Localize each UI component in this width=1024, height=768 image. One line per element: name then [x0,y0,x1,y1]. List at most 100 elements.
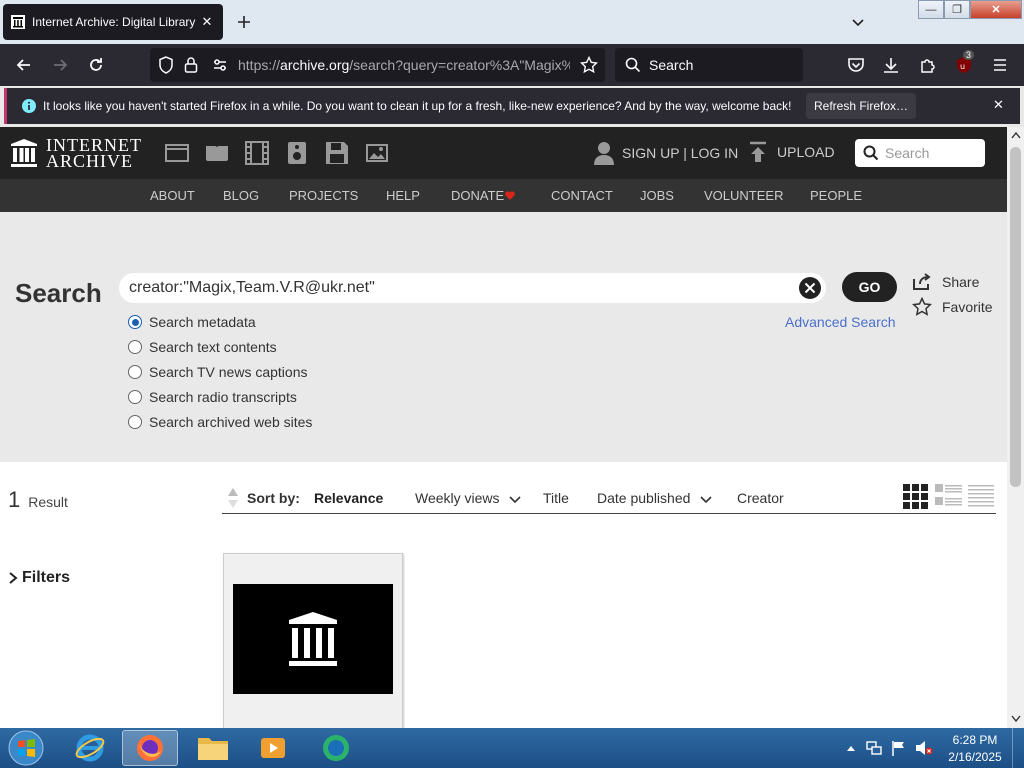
radio-search-web[interactable]: Search archived web sites [128,414,312,430]
ia-top-nav: ABOUT BLOG PROJECTS HELP DONATE CONTACT … [0,179,1007,212]
menu-button[interactable] [990,55,1010,75]
radio-button[interactable] [128,315,142,329]
nav-volunteer[interactable]: VOLUNTEER [704,188,783,203]
scroll-down-icon[interactable] [1011,715,1021,723]
ia-logo[interactable]: INTERNET ARCHIVE [10,136,142,170]
list-detail-view-icon[interactable] [935,484,962,509]
reload-icon [90,58,102,71]
maximize-button[interactable]: ❐ [944,0,970,19]
show-hidden-icons[interactable] [846,744,856,752]
web-icon[interactable] [165,141,189,165]
chevron-down-icon [700,496,712,504]
ia-search-field[interactable]: Search [855,139,985,167]
shield-icon[interactable] [158,56,174,74]
nav-help[interactable]: HELP [386,188,420,203]
nav-blog[interactable]: BLOG [223,188,259,203]
action-center-flag-icon[interactable] [891,740,907,756]
nav-contact[interactable]: CONTACT [551,188,613,203]
taskbar-ie[interactable] [62,730,118,766]
new-tab-button[interactable] [234,12,254,32]
show-desktop-button[interactable] [1012,728,1024,768]
taskbar-media-player[interactable] [245,730,301,766]
ublock-button[interactable]: u 3 [954,50,975,75]
browser-search-box[interactable]: Search [615,48,803,82]
sort-weekly-views[interactable]: Weekly views [415,490,500,506]
scrollbar-thumb[interactable] [1010,147,1021,487]
radio-label: Search text contents [149,339,277,355]
system-clock[interactable]: 6:28 PM 2/16/2025 [940,732,1010,766]
star-bookmark-icon[interactable] [580,56,598,74]
nav-people[interactable]: PEOPLE [810,188,862,203]
heart-icon [505,191,515,200]
tab-title: Internet Archive: Digital Library [32,15,196,29]
texts-icon[interactable] [205,141,229,165]
clear-search-icon[interactable] [798,276,822,300]
downloads-button[interactable] [881,55,901,75]
sort-direction-icon[interactable] [227,487,239,509]
tile-view-icon[interactable] [903,484,928,509]
upload-link[interactable]: UPLOAD [748,141,835,163]
result-tile[interactable] [223,553,403,733]
notification-close-icon[interactable]: ✕ [993,97,1004,113]
close-window-button[interactable]: ✕ [970,0,1022,19]
taskbar-app[interactable] [308,730,364,766]
tab-close-icon[interactable]: ✕ [199,14,215,30]
radio-button[interactable] [128,365,142,379]
network-icon[interactable] [866,740,882,756]
extensions-button[interactable] [918,55,938,75]
window-controls: — ❐ ✕ [918,0,1022,19]
advanced-search-link[interactable]: Advanced Search [785,314,896,330]
nav-about[interactable]: ABOUT [150,188,195,203]
firefox-icon [137,735,163,761]
sort-date-published[interactable]: Date published [597,490,690,506]
go-button[interactable]: GO [842,272,897,302]
refresh-firefox-button[interactable]: Refresh Firefox… [806,93,916,119]
radio-button[interactable] [128,390,142,404]
signin-link[interactable]: SIGN UP | LOG IN [594,141,738,165]
share-label: Share [942,274,980,290]
list-compact-view-icon[interactable] [968,484,994,509]
favorite-button[interactable]: Favorite [912,297,993,317]
archive-logo-icon [11,139,37,167]
minimize-button[interactable]: — [918,0,944,19]
vertical-scrollbar[interactable] [1007,127,1024,728]
url-text[interactable]: https://archive.org/search?query=creator… [238,57,570,73]
pocket-button[interactable] [846,55,866,75]
ia-search-placeholder: Search [885,145,930,161]
list-all-tabs-button[interactable] [850,14,866,30]
start-button[interactable] [0,730,52,766]
permissions-icon[interactable] [212,57,228,73]
browser-tab[interactable]: Internet Archive: Digital Library ✕ [3,4,223,40]
sort-title[interactable]: Title [543,490,569,506]
radio-button[interactable] [128,415,142,429]
radio-search-metadata[interactable]: Search metadata [128,314,256,330]
sort-creator[interactable]: Creator [737,490,784,506]
arrow-left-icon [16,59,30,71]
radio-search-radio[interactable]: Search radio transcripts [128,389,297,405]
radio-search-tv[interactable]: Search TV news captions [128,364,308,380]
search-query-input[interactable]: creator:"Magix,Team.V.R@ukr.net" [119,273,826,303]
nav-jobs[interactable]: JOBS [640,188,674,203]
filters-toggle[interactable]: Filters [8,569,70,587]
back-button[interactable] [14,55,34,75]
result-thumbnail[interactable] [233,584,393,694]
address-bar[interactable]: https://archive.org/search?query=creator… [150,48,605,82]
share-button[interactable]: Share [912,273,979,291]
video-icon[interactable] [245,141,269,165]
chevron-down-icon [509,496,521,504]
volume-muted-icon[interactable] [915,740,933,756]
software-icon[interactable] [325,141,349,165]
scroll-up-icon[interactable] [1011,131,1021,139]
images-icon[interactable] [365,141,389,165]
reload-button[interactable] [86,55,106,75]
sort-relevance[interactable]: Relevance [314,490,383,506]
radio-button[interactable] [128,340,142,354]
audio-icon[interactable] [285,141,309,165]
nav-projects[interactable]: PROJECTS [289,188,358,203]
lock-icon[interactable] [184,56,198,74]
radio-search-text[interactable]: Search text contents [128,339,277,355]
taskbar-explorer[interactable] [185,730,241,766]
taskbar-firefox[interactable] [122,730,178,766]
forward-button[interactable] [50,55,70,75]
nav-donate[interactable]: DONATE [451,188,504,203]
